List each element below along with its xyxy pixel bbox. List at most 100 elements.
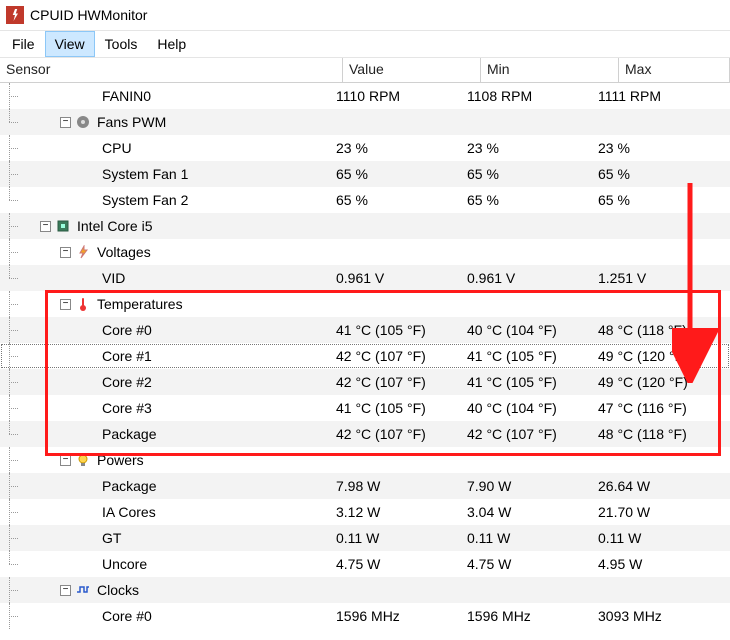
label-voltages: Voltages	[95, 244, 151, 260]
val-core0: 41 °C (105 °F)	[330, 322, 461, 338]
menu-help[interactable]: Help	[147, 31, 196, 57]
val-core3: 41 °C (105 °F)	[330, 400, 461, 416]
menu-view[interactable]: View	[45, 31, 95, 57]
val-pkg-temp: 42 °C (107 °F)	[330, 426, 461, 442]
val-iacores: 3.12 W	[330, 504, 461, 520]
label-sysfan2: System Fan 2	[100, 192, 188, 208]
max-core1: 49 °C (120 °F)	[592, 348, 730, 364]
row-core0[interactable]: Core #0 41 °C (105 °F) 40 °C (104 °F) 48…	[0, 317, 730, 343]
max-pkg-temp: 48 °C (118 °F)	[592, 426, 730, 442]
label-powers: Powers	[95, 452, 144, 468]
val-core2: 42 °C (107 °F)	[330, 374, 461, 390]
label-iacores: IA Cores	[100, 504, 156, 520]
label-cpu: Intel Core i5	[75, 218, 152, 234]
label-pkg-temp: Package	[100, 426, 156, 442]
max-sysfan2: 65 %	[592, 192, 730, 208]
expander-clocks[interactable]: −	[60, 585, 71, 596]
val-pkg-power: 7.98 W	[330, 478, 461, 494]
label-sysfan1: System Fan 1	[100, 166, 188, 182]
row-sysfan2[interactable]: System Fan 2 65 % 65 % 65 %	[0, 187, 730, 213]
thermometer-icon	[75, 296, 91, 312]
titlebar: CPUID HWMonitor	[0, 0, 730, 31]
header-sensor[interactable]: Sensor	[0, 58, 343, 82]
row-fanspwm[interactable]: − Fans PWM	[0, 109, 730, 135]
max-pkg-power: 26.64 W	[592, 478, 730, 494]
min-pkg-power: 7.90 W	[461, 478, 592, 494]
row-vid[interactable]: VID 0.961 V 0.961 V 1.251 V	[0, 265, 730, 291]
row-iacores[interactable]: IA Cores 3.12 W 3.04 W 21.70 W	[0, 499, 730, 525]
label-core1: Core #1	[100, 348, 152, 364]
min-iacores: 3.04 W	[461, 504, 592, 520]
row-clock-core0[interactable]: Core #0 1596 MHz 1596 MHz 3093 MHz	[0, 603, 730, 629]
val-clock-core0: 1596 MHz	[330, 608, 461, 624]
min-clock-core0: 1596 MHz	[461, 608, 592, 624]
label-pkg-power: Package	[100, 478, 156, 494]
table-header: Sensor Value Min Max	[0, 58, 730, 83]
table-body: FANIN0 1110 RPM 1108 RPM 1111 RPM − Fans…	[0, 83, 730, 629]
min-sysfan2: 65 %	[461, 192, 592, 208]
row-gt[interactable]: GT 0.11 W 0.11 W 0.11 W	[0, 525, 730, 551]
row-voltages[interactable]: − Voltages	[0, 239, 730, 265]
row-clocks[interactable]: − Clocks	[0, 577, 730, 603]
row-pkg-power[interactable]: Package 7.98 W 7.90 W 26.64 W	[0, 473, 730, 499]
min-core2: 41 °C (105 °F)	[461, 374, 592, 390]
bolt-icon	[75, 244, 91, 260]
row-package-temp[interactable]: Package 42 °C (107 °F) 42 °C (107 °F) 48…	[0, 421, 730, 447]
min-gt: 0.11 W	[461, 530, 592, 546]
min-vid: 0.961 V	[461, 270, 592, 286]
row-core1[interactable]: Core #1 42 °C (107 °F) 41 °C (105 °F) 49…	[0, 343, 730, 369]
max-cpu-pwm: 23 %	[592, 140, 730, 156]
row-core2[interactable]: Core #2 42 °C (107 °F) 41 °C (105 °F) 49…	[0, 369, 730, 395]
header-max[interactable]: Max	[619, 58, 730, 82]
label-clocks: Clocks	[95, 582, 139, 598]
expander-fanspwm[interactable]: −	[60, 117, 71, 128]
app-title: CPUID HWMonitor	[30, 7, 147, 23]
row-core3[interactable]: Core #3 41 °C (105 °F) 40 °C (104 °F) 47…	[0, 395, 730, 421]
label-cpu-pwm: CPU	[100, 140, 132, 156]
max-uncore: 4.95 W	[592, 556, 730, 572]
header-min[interactable]: Min	[481, 58, 619, 82]
wave-icon	[75, 582, 91, 598]
row-cpu-pwm[interactable]: CPU 23 % 23 % 23 %	[0, 135, 730, 161]
max-core0: 48 °C (118 °F)	[592, 322, 730, 338]
label-clock-core0: Core #0	[100, 608, 152, 624]
max-clock-core0: 3093 MHz	[592, 608, 730, 624]
expander-voltages[interactable]: −	[60, 247, 71, 258]
row-cpu[interactable]: − Intel Core i5	[0, 213, 730, 239]
val-core1: 42 °C (107 °F)	[330, 348, 461, 364]
label-gt: GT	[100, 530, 121, 546]
max-core2: 49 °C (120 °F)	[592, 374, 730, 390]
max-fanin0: 1111 RPM	[592, 88, 730, 104]
row-powers[interactable]: − Powers	[0, 447, 730, 473]
label-temps: Temperatures	[95, 296, 183, 312]
row-fanin0[interactable]: FANIN0 1110 RPM 1108 RPM 1111 RPM	[0, 83, 730, 109]
min-core3: 40 °C (104 °F)	[461, 400, 592, 416]
val-uncore: 4.75 W	[330, 556, 461, 572]
val-sysfan1: 65 %	[330, 166, 461, 182]
expander-temps[interactable]: −	[60, 299, 71, 310]
menu-tools[interactable]: Tools	[95, 31, 148, 57]
menubar: File View Tools Help	[0, 31, 730, 58]
min-core1: 41 °C (105 °F)	[461, 348, 592, 364]
max-sysfan1: 65 %	[592, 166, 730, 182]
row-sysfan1[interactable]: System Fan 1 65 % 65 % 65 %	[0, 161, 730, 187]
menu-file[interactable]: File	[2, 31, 45, 57]
val-fanin0: 1110 RPM	[330, 88, 461, 104]
min-pkg-temp: 42 °C (107 °F)	[461, 426, 592, 442]
label-uncore: Uncore	[100, 556, 147, 572]
min-uncore: 4.75 W	[461, 556, 592, 572]
val-vid: 0.961 V	[330, 270, 461, 286]
label-core3: Core #3	[100, 400, 152, 416]
min-sysfan1: 65 %	[461, 166, 592, 182]
val-cpu-pwm: 23 %	[330, 140, 461, 156]
expander-cpu[interactable]: −	[40, 221, 51, 232]
app-icon	[6, 6, 24, 24]
max-gt: 0.11 W	[592, 530, 730, 546]
row-uncore[interactable]: Uncore 4.75 W 4.75 W 4.95 W	[0, 551, 730, 577]
header-value[interactable]: Value	[343, 58, 481, 82]
label-core2: Core #2	[100, 374, 152, 390]
val-gt: 0.11 W	[330, 530, 461, 546]
row-temperatures[interactable]: − Temperatures	[0, 291, 730, 317]
max-vid: 1.251 V	[592, 270, 730, 286]
expander-powers[interactable]: −	[60, 455, 71, 466]
